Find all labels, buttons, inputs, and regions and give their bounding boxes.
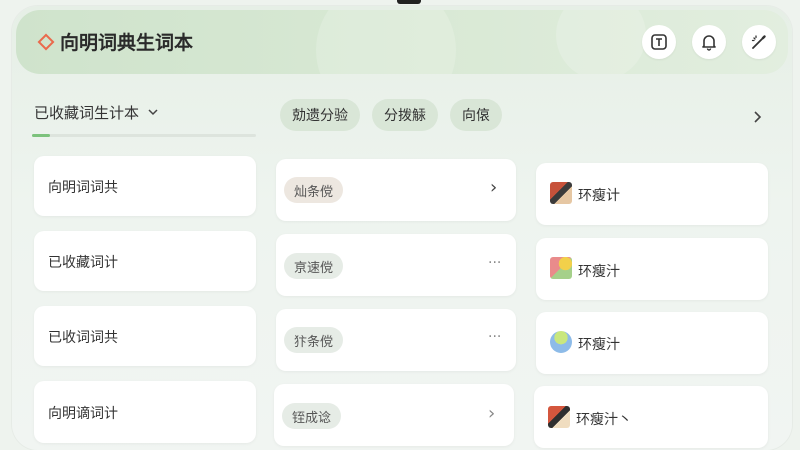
- wordbook-progress: [32, 134, 256, 137]
- chevron-right-icon[interactable]: ›: [488, 403, 495, 424]
- window-notch: [397, 0, 421, 4]
- list-item[interactable]: 犿条傥 ···: [276, 309, 516, 371]
- list-item-label: 环瘦计: [578, 188, 620, 204]
- list-item-label: 环瘦汁: [578, 264, 620, 280]
- notebook-icon: [550, 182, 572, 204]
- filter-chip[interactable]: 勀遗分验: [280, 99, 360, 131]
- list-item-label: 向明词词共: [48, 180, 118, 196]
- chevron-down-icon: [148, 109, 158, 116]
- tag-badge: 灿条傥: [284, 177, 344, 203]
- filter-chips: 勀遗分验 分拨觨 向偯: [280, 99, 502, 131]
- more-icon[interactable]: ···: [488, 255, 501, 271]
- logo-icon: [37, 33, 55, 51]
- text-format-button[interactable]: [642, 25, 676, 59]
- filter-chip[interactable]: 分拨觨: [372, 99, 438, 131]
- sticker-icon: [550, 257, 572, 279]
- list-item[interactable]: 亰速傥 ···: [276, 234, 516, 296]
- wordbook-progress-fill: [32, 134, 50, 137]
- list-item[interactable]: 铚成谂 ›: [274, 384, 514, 446]
- header-bar: 向明词典生词本: [16, 10, 788, 74]
- list-item[interactable]: 已收词词共: [34, 306, 256, 366]
- list-item[interactable]: 向明谪词计: [34, 381, 256, 443]
- list-item-label: 环瘦汁丶: [576, 412, 632, 428]
- wordbook-dropdown-label: 已收藏词生计本: [34, 103, 140, 122]
- list-item-label: 向明谪词计: [48, 406, 118, 422]
- bell-icon: [702, 35, 716, 51]
- list-item[interactable]: 灿条傥 ›: [276, 159, 516, 221]
- list-item-label: 已收藏词计: [48, 255, 118, 271]
- list-item[interactable]: 向明词词共: [34, 156, 256, 216]
- list-item[interactable]: 已收藏词计: [34, 231, 256, 291]
- header-decoration: [556, 10, 646, 74]
- chevron-right-icon[interactable]: ›: [490, 177, 497, 198]
- notifications-button[interactable]: [692, 25, 726, 59]
- list-item[interactable]: 环瘦汁: [536, 238, 768, 300]
- list-item[interactable]: 环瘦计: [536, 163, 768, 225]
- app-window: 向明词典生词本 已收藏词生计本 勀遗分验 分拨觨 向偯 向明词词共 已收藏词计 …: [12, 6, 792, 450]
- header-decoration: [316, 10, 456, 74]
- list-item[interactable]: 环瘦汁: [536, 312, 768, 374]
- tag-badge: 铚成谂: [282, 403, 342, 429]
- magic-pen-icon: [751, 35, 766, 49]
- list-item-label: 环瘦汁: [578, 337, 620, 353]
- filter-chip[interactable]: 向偯: [450, 99, 502, 131]
- chevron-right-icon[interactable]: [750, 110, 764, 124]
- more-icon[interactable]: ···: [488, 329, 501, 345]
- list-item-label: 已收词词共: [48, 330, 118, 346]
- wordbook-dropdown[interactable]: 已收藏词生计本: [34, 94, 254, 130]
- edit-button[interactable]: [742, 25, 776, 59]
- notebook-icon: [548, 406, 570, 428]
- page-title: 向明词典生词本: [60, 32, 194, 54]
- list-item[interactable]: 环瘦汁丶: [534, 386, 768, 448]
- text-format-icon: [651, 34, 667, 50]
- tag-badge: 犿条傥: [284, 327, 344, 353]
- cloud-icon: [550, 331, 572, 353]
- tag-badge: 亰速傥: [284, 253, 344, 279]
